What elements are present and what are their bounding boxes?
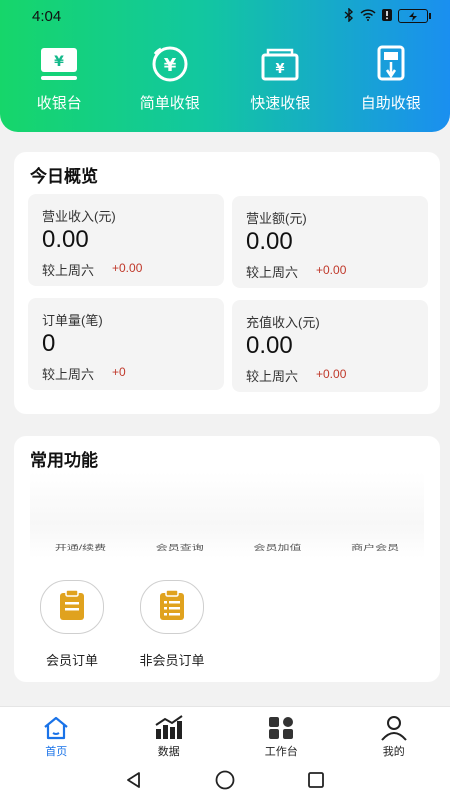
bottom-nav-label: 数据	[157, 746, 180, 758]
top-nav-label: 自助收银	[360, 95, 421, 112]
stat-delta: +0.00	[316, 367, 347, 381]
top-nav-simple-checkout[interactable]: ¥ 简单收银	[118, 44, 222, 124]
stat-revenue[interactable]: 营业收入(元) 0.00 较上周六 +0.00	[28, 194, 224, 286]
stat-delta: +0.00	[316, 263, 347, 277]
stat-value: 0.00	[42, 226, 89, 253]
faded-item: 商户会员	[351, 543, 400, 552]
grid-icon	[265, 715, 297, 741]
self-service-kiosk-icon	[369, 44, 413, 84]
recents-square-icon[interactable]	[306, 770, 326, 795]
cashier-monitor-icon: ¥	[37, 44, 81, 84]
battery-charging-icon	[398, 9, 431, 23]
bottom-nav-label: 首页	[45, 746, 68, 758]
status-icons	[344, 6, 431, 25]
svg-text:¥: ¥	[163, 55, 176, 76]
home-circle-icon[interactable]	[214, 769, 236, 796]
top-nav-self-checkout[interactable]: 自助收银	[339, 44, 443, 124]
svg-text:¥: ¥	[54, 54, 64, 70]
stat-recharge[interactable]: 充值收入(元) 0.00 较上周六 +0.00	[232, 300, 428, 392]
top-nav-label: 快速收银	[250, 95, 311, 112]
home-icon	[40, 715, 72, 741]
bottom-nav-home[interactable]: 首页	[6, 715, 106, 759]
faded-labels: 开通/续费 会员查询 会员加值 商户会员	[30, 542, 424, 552]
stat-value: 0.00	[246, 332, 293, 359]
bottom-nav-label: 工作台	[264, 746, 298, 758]
header-banner: 4:04 ¥ 收银台 ¥ 简单收银 ¥ 快速收银 自助收银	[0, 0, 450, 132]
alert-icon	[382, 8, 392, 24]
overview-title: 今日概览	[30, 167, 98, 186]
non-member-orders-button[interactable]: 非会员订单	[132, 580, 212, 669]
faded-function-row: 开通/续费 会员查询 会员加值 商户会员	[30, 472, 424, 558]
func-icon-circle	[140, 580, 204, 634]
top-nav-cashier[interactable]: ¥ 收银台	[7, 44, 111, 124]
stat-value: 0.00	[246, 228, 293, 255]
status-bar: 4:04	[0, 0, 450, 32]
faded-item: 会员加值	[253, 543, 302, 552]
stat-turnover[interactable]: 营业额(元) 0.00 较上周六 +0.00	[232, 196, 428, 288]
back-icon[interactable]	[124, 770, 144, 795]
svg-text:¥: ¥	[276, 62, 285, 77]
bottom-nav-mine[interactable]: 我的	[344, 715, 444, 759]
functions-card: 常用功能 开通/续费 会员查询 会员加值 商户会员 会员订单 非会员订单	[14, 436, 440, 682]
wifi-icon	[360, 8, 376, 24]
chart-icon	[153, 715, 185, 741]
stat-orders[interactable]: 订单量(笔) 0 较上周六 +0	[28, 298, 224, 390]
func-icon-circle	[40, 580, 104, 634]
stat-label: 营业额(元)	[246, 211, 307, 226]
member-orders-button[interactable]: 会员订单	[32, 580, 112, 669]
stat-compare: 较上周六	[42, 367, 95, 382]
bottom-nav-workbench[interactable]: 工作台	[231, 715, 331, 759]
bottom-nav-label: 我的	[382, 746, 405, 758]
stat-label: 订单量(笔)	[42, 313, 103, 328]
stat-label: 营业收入(元)	[42, 209, 116, 224]
stat-label: 充值收入(元)	[246, 315, 320, 330]
system-nav-bar	[0, 764, 450, 800]
bottom-nav-data[interactable]: 数据	[119, 715, 219, 759]
func-label: 非会员订单	[139, 653, 205, 668]
bluetooth-icon	[344, 6, 354, 25]
functions-title: 常用功能	[30, 451, 98, 470]
top-nav-label: 简单收银	[139, 95, 200, 112]
bottom-nav: 首页 数据 工作台 我的	[0, 706, 450, 764]
user-icon	[378, 715, 410, 741]
func-label: 会员订单	[45, 653, 98, 668]
yuan-coin-icon: ¥	[148, 44, 192, 84]
overview-card: 今日概览 营业收入(元) 0.00 较上周六 +0.00 营业额(元) 0.00…	[14, 152, 440, 414]
top-nav-label: 收银台	[36, 95, 82, 112]
top-nav-quick-checkout[interactable]: ¥ 快速收银	[228, 44, 332, 124]
stat-compare: 较上周六	[246, 369, 299, 384]
faded-item: 开通/续费	[54, 543, 107, 552]
top-nav: ¥ 收银台 ¥ 简单收银 ¥ 快速收银 自助收银	[0, 44, 450, 124]
status-time: 4:04	[32, 7, 62, 25]
clipboard-list-icon	[155, 588, 189, 627]
stat-compare: 较上周六	[42, 263, 95, 278]
stat-value: 0	[42, 330, 56, 357]
faded-item: 会员查询	[155, 543, 204, 552]
stat-delta: +0.00	[112, 261, 143, 275]
yuan-wallet-icon: ¥	[258, 44, 302, 84]
stat-compare: 较上周六	[246, 265, 299, 280]
clipboard-icon	[55, 588, 89, 627]
stat-delta: +0	[112, 365, 126, 379]
